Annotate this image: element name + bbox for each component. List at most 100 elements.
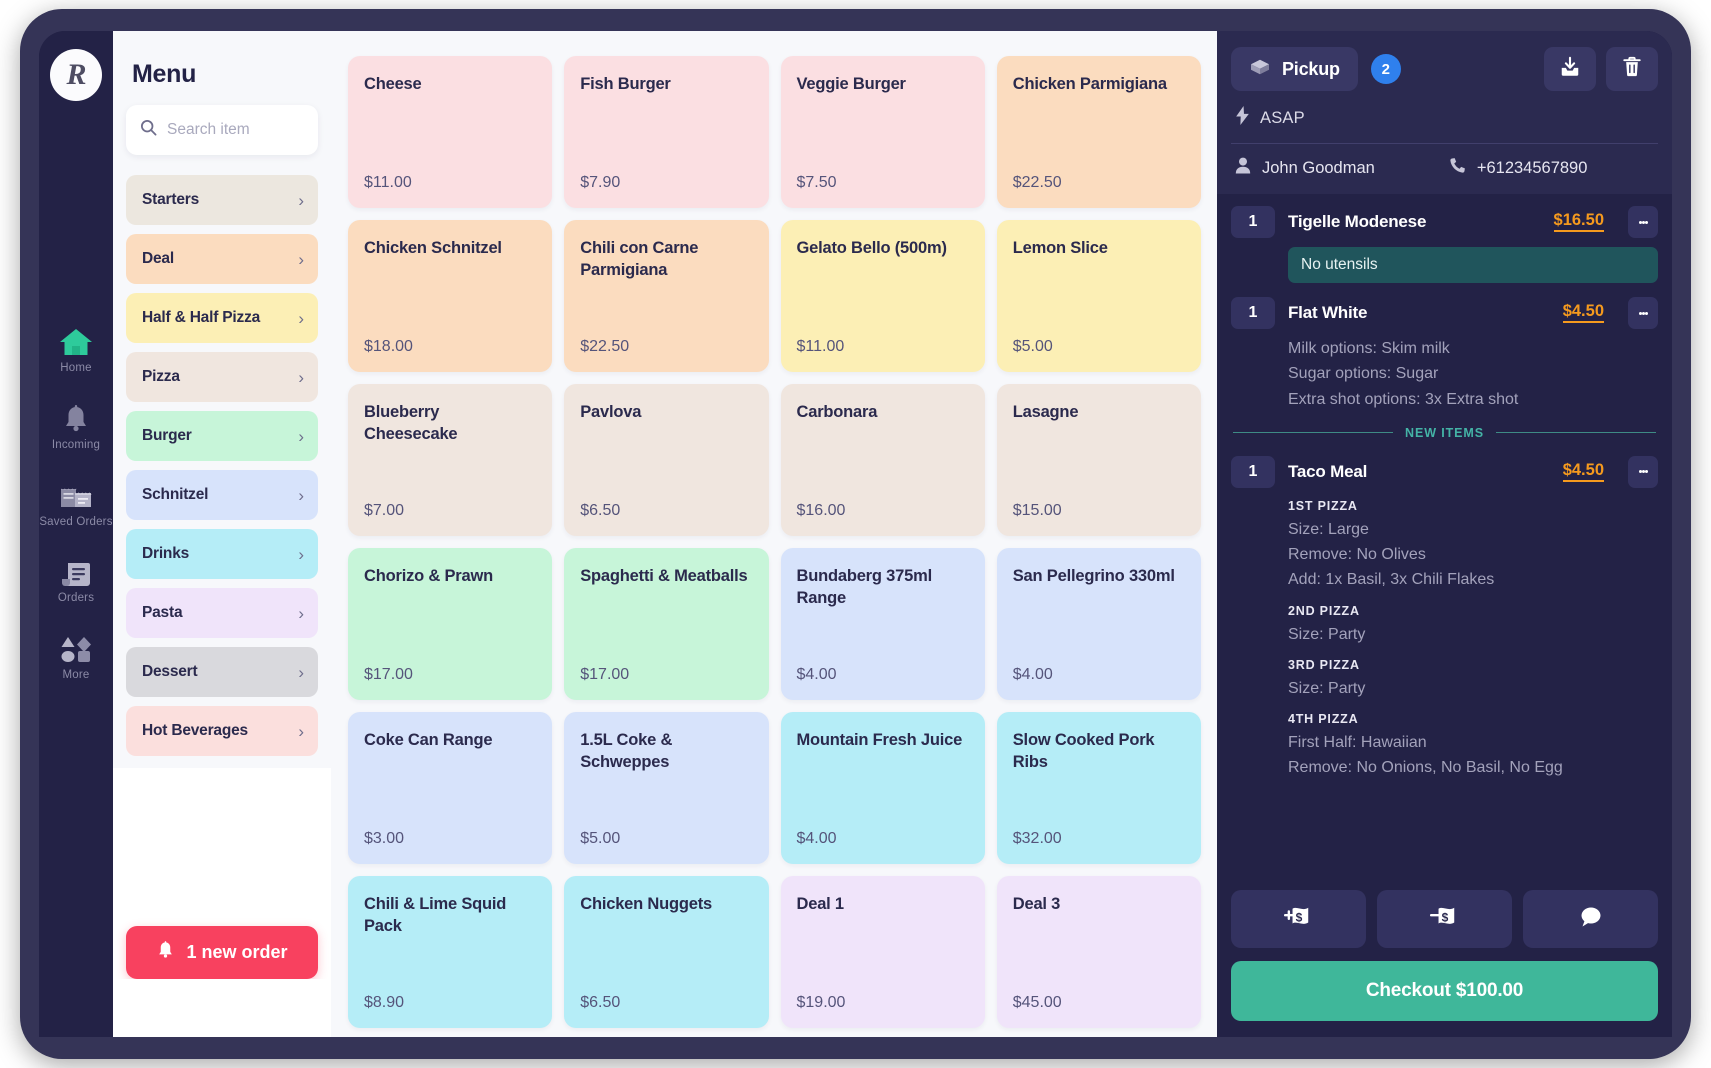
product-grid: Cheese $11.00 Fish Burger $7.90 Veggie B… [348, 56, 1201, 1037]
order-item-row: 1 Flat White $4.50 [1231, 297, 1658, 329]
kebab-dot [1645, 470, 1648, 473]
new-order-button[interactable]: 1 new order [126, 926, 318, 979]
product-card[interactable]: Slow Cooked Pork Ribs $32.00 [997, 712, 1201, 864]
checkout-button[interactable]: Checkout $100.00 [1231, 961, 1658, 1021]
product-price: $3.00 [364, 830, 536, 848]
order-item-price: $4.50 [1563, 462, 1604, 482]
app-logo[interactable]: R [50, 49, 102, 101]
category-half-half-pizza[interactable]: Half & Half Pizza › [126, 293, 318, 343]
product-price: $6.50 [580, 994, 752, 1012]
chevron-right-icon: › [298, 487, 304, 504]
product-price: $22.50 [580, 338, 752, 356]
category-starters[interactable]: Starters › [126, 175, 318, 225]
chevron-right-icon: › [298, 723, 304, 740]
rail-item-more[interactable]: More [39, 630, 113, 683]
order-item-option: Sugar options: Sugar [1288, 361, 1658, 386]
rail-item-incoming[interactable]: Incoming [39, 400, 113, 453]
chevron-right-icon: › [298, 310, 304, 327]
order-item-menu-button[interactable] [1628, 206, 1658, 238]
order-items-list[interactable]: 1 Tigelle Modenese $16.50 No utensils 1 … [1217, 194, 1672, 890]
product-card[interactable]: Chili & Lime Squid Pack $8.90 [348, 876, 552, 1028]
order-item-menu-button[interactable] [1628, 456, 1658, 488]
product-name: Mountain Fresh Juice [797, 730, 969, 752]
order-header-row: Pickup 2 [1231, 47, 1658, 91]
product-card[interactable]: Pavlova $6.50 [564, 384, 768, 536]
product-price: $17.00 [580, 666, 752, 684]
product-name: Pavlova [580, 402, 752, 424]
product-price: $6.50 [580, 502, 752, 520]
category-schnitzel[interactable]: Schnitzel › [126, 470, 318, 520]
product-price: $32.00 [1013, 830, 1185, 848]
product-card[interactable]: Mountain Fresh Juice $4.00 [781, 712, 985, 864]
order-item[interactable]: 1 Flat White $4.50 Milk options: Skim mi… [1231, 297, 1658, 412]
order-item-row: 1 Tigelle Modenese $16.50 [1231, 206, 1658, 238]
category-drinks[interactable]: Drinks › [126, 529, 318, 579]
rail-item-home[interactable]: Home [39, 323, 113, 376]
rail-item-orders[interactable]: Orders [39, 553, 113, 606]
rail-label-saved-orders: Saved Orders [39, 516, 112, 530]
product-card[interactable]: 1.5L Coke & Schweppes $5.00 [564, 712, 768, 864]
product-card[interactable]: Bundaberg 375ml Range $4.00 [781, 548, 985, 700]
product-card[interactable]: Spaghetti & Meatballs $17.00 [564, 548, 768, 700]
product-card[interactable]: Chorizo & Prawn $17.00 [348, 548, 552, 700]
search-box[interactable] [126, 105, 318, 155]
product-name: Coke Can Range [364, 730, 536, 752]
product-card[interactable]: Cheese $11.00 [348, 56, 552, 208]
download-inbox-icon [1559, 56, 1581, 83]
product-price: $11.00 [364, 174, 536, 192]
category-label: Deal [142, 250, 174, 268]
product-card[interactable]: Coke Can Range $3.00 [348, 712, 552, 864]
download-order-button[interactable] [1544, 47, 1596, 91]
product-card[interactable]: Deal 3 $45.00 [997, 876, 1201, 1028]
product-name: Blueberry Cheesecake [364, 402, 536, 446]
order-item-name: Flat White [1288, 303, 1367, 323]
search-input[interactable] [167, 121, 304, 139]
comment-button[interactable] [1523, 890, 1658, 948]
product-price: $19.00 [797, 994, 969, 1012]
product-card[interactable]: Lasagne $15.00 [997, 384, 1201, 536]
product-card[interactable]: San Pellegrino 330ml $4.00 [997, 548, 1201, 700]
product-card[interactable]: Veggie Burger $7.50 [781, 56, 985, 208]
search-wrapper [113, 89, 331, 155]
product-grid-area[interactable]: Cheese $11.00 Fish Burger $7.90 Veggie B… [331, 31, 1217, 1037]
product-price: $22.50 [1013, 174, 1185, 192]
product-name: Carbonara [797, 402, 969, 424]
product-card[interactable]: Chili con Carne Parmigiana $22.50 [564, 220, 768, 372]
category-deal[interactable]: Deal › [126, 234, 318, 284]
product-card[interactable]: Lemon Slice $5.00 [997, 220, 1201, 372]
category-burger[interactable]: Burger › [126, 411, 318, 461]
order-type-button[interactable]: Pickup [1231, 47, 1358, 91]
order-item-menu-button[interactable] [1628, 297, 1658, 329]
home-icon [59, 323, 93, 357]
product-price: $45.00 [1013, 994, 1185, 1012]
product-card[interactable]: Gelato Bello (500m) $11.00 [781, 220, 985, 372]
lightning-icon [1235, 106, 1250, 130]
product-price: $16.00 [797, 502, 969, 520]
category-dessert[interactable]: Dessert › [126, 647, 318, 697]
rail-item-saved-orders[interactable]: Saved Orders [39, 477, 113, 530]
product-name: Chorizo & Prawn [364, 566, 536, 588]
category-pasta[interactable]: Pasta › [126, 588, 318, 638]
order-item[interactable]: 1 Tigelle Modenese $16.50 No utensils [1231, 206, 1658, 283]
option-group-line: Remove: No Olives [1288, 542, 1658, 567]
delete-order-button[interactable] [1606, 47, 1658, 91]
product-card[interactable]: Chicken Parmigiana $22.50 [997, 56, 1201, 208]
product-name: Cheese [364, 74, 536, 96]
product-price: $5.00 [1013, 338, 1185, 356]
product-card[interactable]: Blueberry Cheesecake $7.00 [348, 384, 552, 536]
product-card[interactable]: Fish Burger $7.90 [564, 56, 768, 208]
category-hot-beverages[interactable]: Hot Beverages › [126, 706, 318, 756]
category-pizza[interactable]: Pizza › [126, 352, 318, 402]
order-item-options: Milk options: Skim milk Sugar options: S… [1288, 336, 1658, 412]
option-group-line: First Half: Hawaiian [1288, 730, 1658, 755]
add-charge-button[interactable]: $ [1231, 890, 1366, 948]
product-price: $8.90 [364, 994, 536, 1012]
rail-label-home: Home [60, 362, 91, 376]
order-item[interactable]: 1 Taco Meal $4.50 1ST PIZZA Size: Large … [1231, 456, 1658, 781]
subtract-discount-button[interactable]: $ [1377, 890, 1512, 948]
product-card[interactable]: Chicken Schnitzel $18.00 [348, 220, 552, 372]
product-card[interactable]: Carbonara $16.00 [781, 384, 985, 536]
product-card[interactable]: Chicken Nuggets $6.50 [564, 876, 768, 1028]
product-card[interactable]: Deal 1 $19.00 [781, 876, 985, 1028]
more-shapes-icon [60, 630, 92, 664]
